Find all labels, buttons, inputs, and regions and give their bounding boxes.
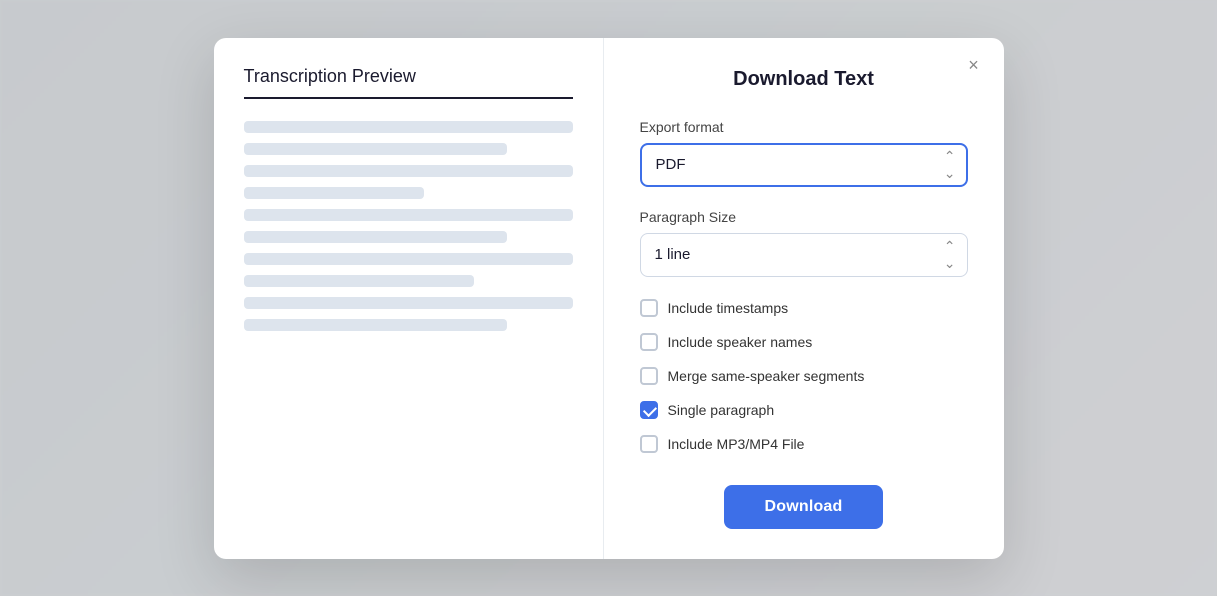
- checkbox-speaker-names[interactable]: Include speaker names: [640, 333, 968, 351]
- paragraph-size-wrapper: 1 line 2 lines 3 lines Custom ⌃⌄: [640, 233, 968, 277]
- export-format-wrapper: PDF DOCX TXT SRT ⌃⌄: [640, 143, 968, 187]
- download-button[interactable]: Download: [724, 485, 882, 529]
- checkbox-single-paragraph-input[interactable]: [640, 401, 658, 419]
- modal-title: Download Text: [640, 68, 968, 91]
- preview-line: [244, 143, 507, 155]
- checkbox-include-mp3-input[interactable]: [640, 435, 658, 453]
- close-button[interactable]: ×: [960, 52, 988, 80]
- preview-line: [244, 165, 573, 177]
- preview-line: [244, 231, 507, 243]
- export-format-select[interactable]: PDF DOCX TXT SRT: [640, 143, 968, 187]
- checkbox-merge-segments[interactable]: Merge same-speaker segments: [640, 367, 968, 385]
- paragraph-size-select[interactable]: 1 line 2 lines 3 lines Custom: [640, 233, 968, 277]
- preview-line: [244, 121, 573, 133]
- checkbox-speaker-names-label: Include speaker names: [668, 334, 813, 350]
- preview-line: [244, 297, 573, 309]
- checkbox-single-paragraph-label: Single paragraph: [668, 402, 775, 418]
- checkbox-timestamps-label: Include timestamps: [668, 300, 789, 316]
- checkbox-include-mp3[interactable]: Include MP3/MP4 File: [640, 435, 968, 453]
- options-checkboxes: Include timestamps Include speaker names…: [640, 299, 968, 453]
- checkbox-speaker-names-input[interactable]: [640, 333, 658, 351]
- paragraph-size-label: Paragraph Size: [640, 209, 968, 225]
- controls-panel: Download Text Export format PDF DOCX TXT…: [604, 38, 1004, 559]
- export-format-label: Export format: [640, 119, 968, 135]
- checkbox-single-paragraph[interactable]: Single paragraph: [640, 401, 968, 419]
- checkbox-merge-segments-input[interactable]: [640, 367, 658, 385]
- preview-lines-container: [244, 121, 573, 331]
- checkbox-include-mp3-label: Include MP3/MP4 File: [668, 436, 805, 452]
- download-modal: × Transcription Preview Download Text: [214, 38, 1004, 559]
- preview-line: [244, 319, 507, 331]
- close-icon: ×: [968, 55, 979, 76]
- checkbox-merge-segments-label: Merge same-speaker segments: [668, 368, 865, 384]
- preview-line: [244, 209, 573, 221]
- preview-line: [244, 275, 474, 287]
- checkbox-timestamps-input[interactable]: [640, 299, 658, 317]
- checkbox-timestamps[interactable]: Include timestamps: [640, 299, 968, 317]
- preview-line: [244, 187, 425, 199]
- preview-title: Transcription Preview: [244, 66, 573, 99]
- preview-panel: Transcription Preview: [214, 38, 604, 559]
- preview-line: [244, 253, 573, 265]
- modal-overlay: × Transcription Preview Download Text: [0, 0, 1217, 596]
